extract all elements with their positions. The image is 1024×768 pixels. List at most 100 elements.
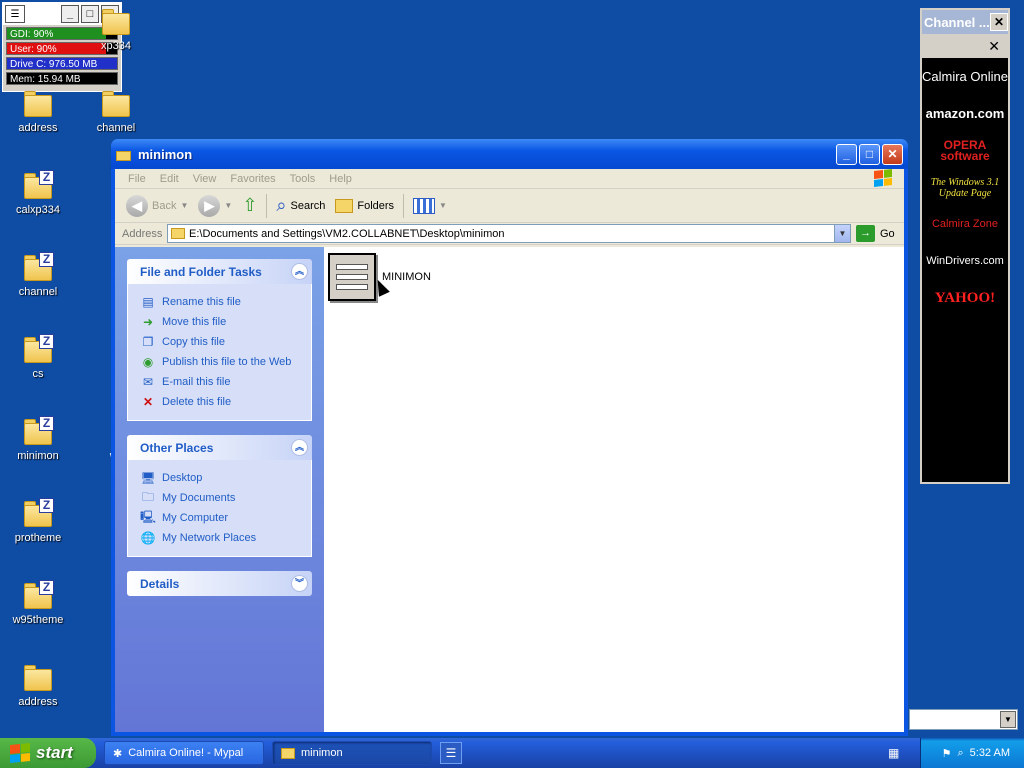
task-delete[interactable]: ✕ Delete this file: [140, 392, 311, 412]
channel-windrivers[interactable]: WinDrivers.com: [922, 243, 1008, 280]
collapse-chevron-icon[interactable]: ︽: [291, 439, 308, 456]
desktop-icon-minimon[interactable]: Zminimon: [0, 416, 76, 462]
chevron-down-icon[interactable]: ▼: [1000, 711, 1016, 728]
minimon-app-icon: [328, 253, 376, 301]
place-my-computer[interactable]: 🖳 My Computer: [140, 508, 311, 528]
dropdown-combo[interactable]: ▼: [909, 709, 1018, 730]
place-label: My Network Places: [162, 532, 257, 544]
desktop-icon-xp334[interactable]: xp334: [78, 6, 154, 52]
expand-chevron-icon[interactable]: ︾: [291, 575, 308, 592]
desktop-icon-label: address: [18, 696, 58, 708]
explorer-window[interactable]: minimon _ □ ✕ File Edit View Favorites T…: [111, 139, 908, 736]
minimize-button[interactable]: _: [836, 143, 857, 165]
desktop-icon-label: minimon: [17, 450, 59, 462]
channel-calmira-online[interactable]: Calmira Online: [922, 58, 1008, 95]
search-tray-icon[interactable]: ⌕: [957, 747, 963, 760]
views-button[interactable]: ▼: [408, 192, 452, 220]
menu-help[interactable]: Help: [322, 173, 359, 185]
task-email[interactable]: ✉ E-mail this file: [140, 372, 311, 392]
desktop-icon-label: w95theme: [12, 614, 64, 626]
folders-button[interactable]: Folders: [330, 192, 399, 220]
desktop-icon-address[interactable]: address: [0, 88, 76, 134]
address-label: Address: [122, 227, 163, 240]
chevron-down-icon[interactable]: ▼: [180, 201, 188, 210]
folder-icon: [116, 148, 132, 161]
folder-icon: Z: [22, 334, 54, 364]
channel-bar-titlebar[interactable]: Channel ... ✕: [922, 10, 1008, 34]
file-folder-tasks-panel: File and Folder Tasks ︽ ▤ Rename this fil…: [127, 259, 312, 421]
channel-opera[interactable]: OPERA software: [922, 132, 1008, 169]
taskbar-button-mypal[interactable]: ✱ Calmira Online! - Mypal: [104, 741, 264, 765]
menu-bar: File Edit View Favorites Tools Help: [115, 169, 904, 189]
up-folder-button[interactable]: ⇧: [237, 192, 262, 220]
channel-label: YAHOO!: [934, 290, 996, 306]
address-path: E:\Documents and Settings\VM2.COLLABNET\…: [189, 227, 505, 240]
close-button[interactable]: ✕: [882, 143, 903, 165]
up-folder-icon: ⇧: [242, 195, 258, 215]
desktop-icon-label: calxp334: [15, 204, 61, 216]
taskbar-button-label: Calmira Online! - Mypal: [128, 747, 244, 759]
folder-icon: [171, 228, 185, 239]
place-label: My Documents: [162, 492, 236, 504]
chevron-down-icon[interactable]: ▼: [224, 201, 232, 210]
desktop-icon-label: cs: [32, 368, 44, 380]
task-copy[interactable]: ❐ Copy this file: [140, 332, 311, 352]
my-computer-icon: 🖳: [140, 509, 157, 524]
place-my-documents[interactable]: 🗀 My Documents: [140, 488, 311, 508]
channel-windows31[interactable]: The Windows 3.1 Update Page: [922, 169, 1008, 206]
menu-favorites[interactable]: Favorites: [223, 173, 282, 185]
explorer-titlebar[interactable]: minimon _ □ ✕: [111, 139, 908, 169]
start-button[interactable]: start: [0, 738, 96, 768]
channel-calmira-zone[interactable]: Calmira Zone: [922, 206, 1008, 243]
go-button[interactable]: → Go: [856, 225, 895, 242]
desktop-icon-channel[interactable]: Zchannel: [0, 252, 76, 298]
close-icon[interactable]: ✕: [990, 13, 1008, 31]
toolbar: ◀ Back ▼ ▶ ▼ ⇧ ⌕ Search Folders ▼: [115, 189, 904, 223]
task-rename[interactable]: ▤ Rename this file: [140, 292, 311, 312]
channel-bar[interactable]: Channel ... ✕ ✕ Calmira Online amazon.co…: [920, 8, 1010, 484]
minimon-tray-icon[interactable]: ☰: [440, 742, 462, 764]
minimize-icon[interactable]: _: [61, 5, 79, 23]
system-menu-icon[interactable]: ☰: [5, 5, 25, 23]
maximize-button[interactable]: □: [859, 143, 880, 165]
folder-icon: Z: [22, 252, 54, 282]
menu-view[interactable]: View: [186, 173, 224, 185]
keyboard-icon[interactable]: ▦: [888, 746, 899, 760]
file-list[interactable]: MINIMON: [324, 247, 904, 732]
channel-close-button[interactable]: ✕: [922, 34, 1008, 58]
channel-amazon[interactable]: amazon.com: [922, 95, 1008, 132]
forward-button[interactable]: ▶ ▼: [193, 192, 237, 220]
search-label: Search: [290, 199, 326, 212]
task-label: Delete this file: [162, 396, 232, 408]
search-button[interactable]: ⌕ Search: [271, 192, 330, 220]
back-label: Back: [152, 199, 177, 212]
panel-title: Other Places: [140, 440, 214, 455]
details-header[interactable]: Details ︾: [127, 571, 312, 596]
browser-icon: ✱: [113, 747, 123, 760]
channel-yahoo[interactable]: YAHOO!: [922, 280, 1008, 317]
menu-file[interactable]: File: [121, 173, 153, 185]
desktop-icon-calxp334[interactable]: Zcalxp334: [0, 170, 76, 216]
address-input[interactable]: E:\Documents and Settings\VM2.COLLABNET\…: [167, 224, 851, 243]
task-move[interactable]: ➜ Move this file: [140, 312, 311, 332]
place-network[interactable]: 🌐 My Network Places: [140, 528, 311, 548]
panel-title: Details: [140, 576, 180, 591]
menu-tools[interactable]: Tools: [283, 173, 323, 185]
network-tray-icon[interactable]: ⚑: [942, 747, 952, 760]
place-desktop[interactable]: 🖥 Desktop: [140, 468, 311, 488]
desktop-icon-w95theme[interactable]: Zw95theme: [0, 580, 76, 626]
folder-icon: [100, 6, 132, 36]
other-places-header[interactable]: Other Places ︽: [127, 435, 312, 460]
desktop-icon-channel[interactable]: channel: [78, 88, 154, 134]
address-dropdown-button[interactable]: ▼: [834, 225, 850, 242]
desktop-icon-cs[interactable]: Zcs: [0, 334, 76, 380]
collapse-chevron-icon[interactable]: ︽: [291, 263, 308, 280]
desktop-icon-protheme[interactable]: Zprotheme: [0, 498, 76, 544]
channel-label: OPERA software: [940, 137, 990, 163]
taskbar-button-minimon[interactable]: minimon: [272, 741, 432, 765]
menu-edit[interactable]: Edit: [153, 173, 186, 185]
desktop-icon-address[interactable]: address: [0, 662, 76, 708]
file-folder-tasks-header[interactable]: File and Folder Tasks ︽: [127, 259, 312, 284]
task-publish[interactable]: ◉ Publish this file to the Web: [140, 352, 311, 372]
back-button[interactable]: ◀ Back ▼: [121, 192, 193, 220]
